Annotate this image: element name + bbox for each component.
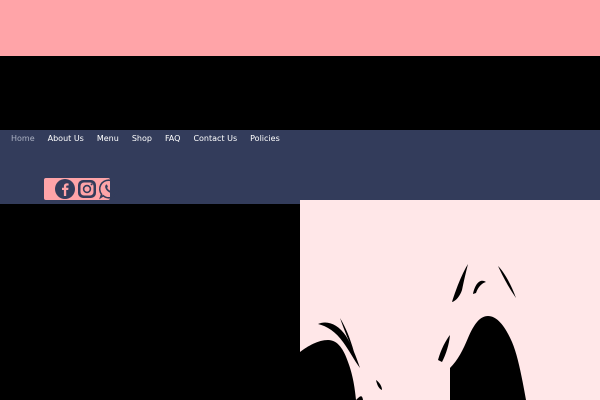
hero-artwork: [300, 200, 600, 400]
social-links: [44, 178, 119, 200]
header-logo-area: [0, 56, 600, 130]
announcement-band: [0, 0, 600, 56]
page: Home About Us Menu Shop FAQ Contact Us P…: [0, 0, 600, 400]
nav-item-contact-us[interactable]: Contact Us: [193, 134, 237, 144]
instagram-icon[interactable]: [76, 178, 98, 200]
nav-menu: Home About Us Menu Shop FAQ Contact Us P…: [11, 134, 293, 144]
nav-item-menu[interactable]: Menu: [97, 134, 119, 144]
nav-item-shop[interactable]: Shop: [132, 134, 152, 144]
abstract-shapes-graphic: [300, 200, 600, 400]
facebook-icon[interactable]: [54, 178, 76, 200]
nav-item-about-us[interactable]: About Us: [48, 134, 84, 144]
nav-item-home[interactable]: Home: [11, 134, 35, 144]
whatsapp-icon[interactable]: [98, 178, 120, 200]
main-navigation: Home About Us Menu Shop FAQ Contact Us P…: [0, 130, 600, 204]
nav-item-policies[interactable]: Policies: [250, 134, 280, 144]
nav-item-faq[interactable]: FAQ: [165, 134, 181, 144]
